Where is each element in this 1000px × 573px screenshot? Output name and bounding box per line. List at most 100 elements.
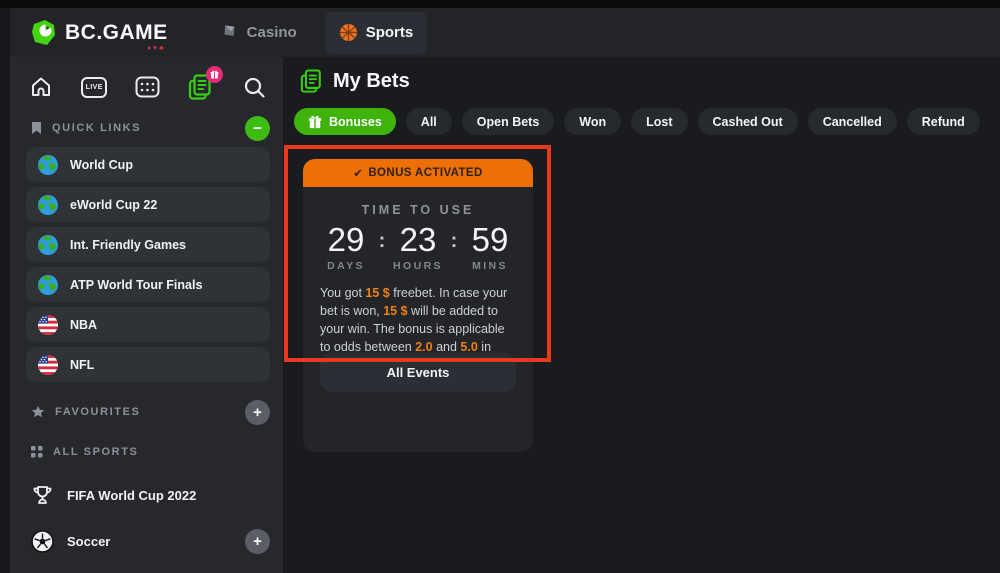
sidebar-item-label: Int. Friendly Games xyxy=(70,238,186,252)
countdown-days-value: 29 xyxy=(314,223,378,258)
odds-min: 2.0 xyxy=(415,340,432,354)
quick-links-collapse-button[interactable]: − xyxy=(245,116,270,141)
favourites-add-button[interactable]: + xyxy=(245,400,270,425)
odds-max: 5.0 xyxy=(460,340,477,354)
bonus-activated-label: BONUS ACTIVATED xyxy=(368,167,482,179)
favourites-header: FAVOURITES + xyxy=(31,397,270,427)
bet-filter-tabs: Bonuses All Open Bets Won Lost Cashed Ou… xyxy=(294,108,980,135)
countdown-mins-value: 59 xyxy=(458,223,522,258)
globe-icon xyxy=(37,194,59,216)
countdown-days-label: DAYS xyxy=(314,260,378,272)
globe-icon xyxy=(37,234,59,256)
countdown-mins: 59 MINS xyxy=(458,223,522,272)
sidebar-item-nba[interactable]: NBA xyxy=(26,307,270,342)
bookmark-icon xyxy=(31,121,42,135)
nav-sports[interactable]: Sports xyxy=(325,12,428,54)
live-events-icon[interactable]: LIVE xyxy=(81,73,107,101)
all-sports-title: ALL SPORTS xyxy=(53,446,138,458)
filter-bonuses[interactable]: Bonuses xyxy=(294,108,396,135)
countdown-mins-label: MINS xyxy=(458,260,522,272)
filter-open-bets[interactable]: Open Bets xyxy=(462,108,555,135)
sidebar-item-label: ATP World Tour Finals xyxy=(70,278,202,292)
sidebar-item-label: NFL xyxy=(70,358,94,372)
bonus-amount: 15 $ xyxy=(383,304,407,318)
bonus-countdown: 29 DAYS : 23 HOURS : 59 MINS xyxy=(303,223,533,272)
soccer-expand-button[interactable]: + xyxy=(245,529,270,554)
bonus-activated-banner: ✔ BONUS ACTIVATED xyxy=(303,159,533,187)
calendar-icon[interactable] xyxy=(135,73,161,101)
us-flag-icon xyxy=(37,314,59,336)
sidebar-item-fifa-world-cup-2022[interactable]: FIFA World Cup 2022 xyxy=(31,477,270,513)
filter-label: Bonuses xyxy=(329,115,382,129)
bonus-card: ✔ BONUS ACTIVATED TIME TO USE 29 DAYS : … xyxy=(303,159,533,452)
main-content: My Bets Bonuses All Open Bets Won Lost C… xyxy=(283,57,1000,573)
countdown-separator: : xyxy=(378,230,386,253)
filter-label: All xyxy=(421,115,437,129)
all-sports-header[interactable]: ALL SPORTS xyxy=(31,437,270,467)
quick-links-header: QUICK LINKS − xyxy=(31,114,270,142)
gift-icon xyxy=(308,115,322,129)
bonus-amount: 15 $ xyxy=(365,286,389,300)
my-bets-icon xyxy=(300,69,323,94)
page-title-row: My Bets xyxy=(300,69,410,94)
filter-lost[interactable]: Lost xyxy=(631,108,687,135)
live-badge-label: LIVE xyxy=(81,77,107,98)
bonus-badge xyxy=(206,66,223,83)
globe-icon xyxy=(37,154,59,176)
sidebar: LIVE xyxy=(10,57,283,573)
brand-suit-glyphs: ♦♥♣ xyxy=(147,45,165,52)
sidebar-item-label: World Cup xyxy=(70,158,133,172)
all-events-button[interactable]: All Events xyxy=(320,353,516,392)
filter-label: Lost xyxy=(646,115,672,129)
filter-label: Open Bets xyxy=(477,115,540,129)
bc-game-logo-icon xyxy=(30,19,57,46)
check-icon: ✔ xyxy=(353,166,363,180)
filter-refund[interactable]: Refund xyxy=(907,108,980,135)
nav-casino-label: Casino xyxy=(247,24,297,41)
search-icon[interactable] xyxy=(241,73,267,101)
sport-label: Soccer xyxy=(67,534,110,549)
filter-label: Cancelled xyxy=(823,115,882,129)
sidebar-item-label: eWorld Cup 22 xyxy=(70,198,157,212)
countdown-days: 29 DAYS xyxy=(314,223,378,272)
top-navigation: Casino Sports xyxy=(206,8,428,57)
filter-label: Refund xyxy=(922,115,965,129)
trophy-icon xyxy=(31,484,54,507)
basketball-icon xyxy=(339,23,358,42)
countdown-hours-label: HOURS xyxy=(386,260,450,272)
quick-links-title: QUICK LINKS xyxy=(52,122,141,134)
filter-cashed-out[interactable]: Cashed Out xyxy=(698,108,798,135)
filter-label: Cashed Out xyxy=(713,115,783,129)
bc-game-logo[interactable]: BC.GAME ♦♥♣ xyxy=(30,19,168,46)
globe-icon xyxy=(37,274,59,296)
sidebar-item-eworld-cup-22[interactable]: eWorld Cup 22 xyxy=(26,187,270,222)
sidebar-item-int-friendly-games[interactable]: Int. Friendly Games xyxy=(26,227,270,262)
nav-casino[interactable]: Casino xyxy=(206,12,311,54)
filter-all[interactable]: All xyxy=(406,108,452,135)
sidebar-item-world-cup[interactable]: World Cup xyxy=(26,147,270,182)
sidebar-item-nfl[interactable]: NFL xyxy=(26,347,270,382)
my-bets-icon[interactable] xyxy=(188,73,214,101)
time-to-use-label: TIME TO USE xyxy=(303,203,533,217)
window-left-edge xyxy=(0,8,10,573)
star-icon xyxy=(31,405,45,419)
sidebar-item-atp-world-tour-finals[interactable]: ATP World Tour Finals xyxy=(26,267,270,302)
sidebar-item-soccer[interactable]: Soccer + xyxy=(31,523,270,559)
filter-cancelled[interactable]: Cancelled xyxy=(808,108,897,135)
us-flag-icon xyxy=(37,354,59,376)
nav-sports-label: Sports xyxy=(366,24,414,41)
grid-icon xyxy=(31,446,43,458)
sidebar-item-label: NBA xyxy=(70,318,97,332)
soccer-ball-icon xyxy=(31,530,54,553)
countdown-hours: 23 HOURS xyxy=(386,223,450,272)
sport-label: FIFA World Cup 2022 xyxy=(67,488,196,503)
sidebar-icon-row: LIVE xyxy=(28,72,267,102)
favourites-title: FAVOURITES xyxy=(55,406,140,418)
home-icon[interactable] xyxy=(28,73,54,101)
brand-name: BC.GAME xyxy=(65,21,168,45)
filter-label: Won xyxy=(579,115,606,129)
diamond-icon xyxy=(220,23,239,42)
countdown-hours-value: 23 xyxy=(386,223,450,258)
filter-won[interactable]: Won xyxy=(564,108,621,135)
quick-links-list: World Cup eWorld Cup 22 Int. Friendly Ga… xyxy=(26,147,270,387)
